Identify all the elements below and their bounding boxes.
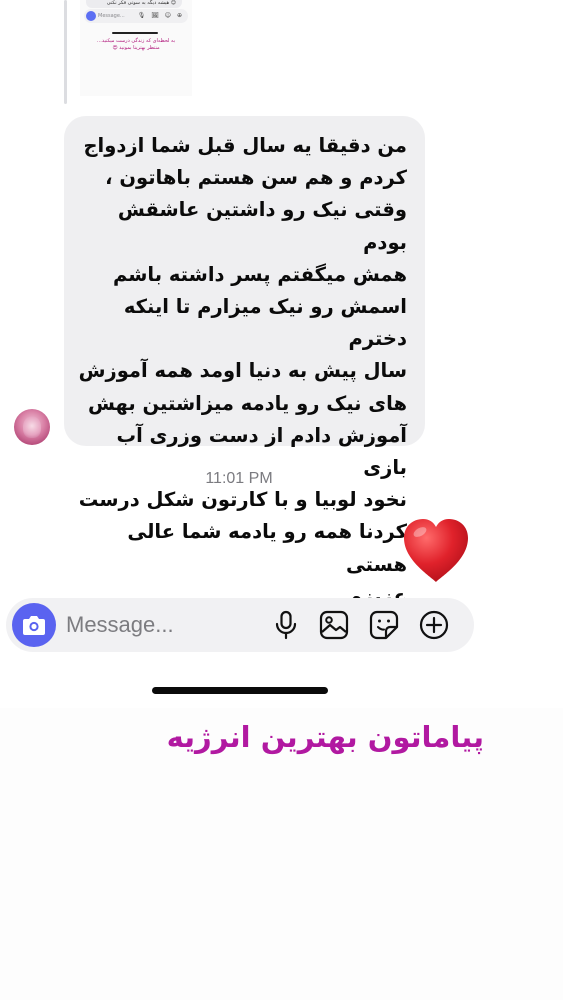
- red-heart-icon[interactable]: [400, 516, 472, 586]
- thumbnail-composer-icons: 🎙 🖼 ☺ ⊕: [137, 12, 184, 19]
- sticker-icon[interactable]: [368, 609, 400, 641]
- avatar[interactable]: [14, 409, 50, 445]
- thumbnail-home-indicator: [112, 32, 158, 34]
- camera-icon: [23, 616, 45, 635]
- reply-screenshot-thumbnail[interactable]: هیشه دیگه به سوتی فکر نکنی 😉 Message... …: [80, 0, 192, 96]
- plus-icon[interactable]: [418, 609, 450, 641]
- thumbnail-caption: به لحظه‌ای که زندگی درست میکنید… منتظر ب…: [96, 38, 176, 51]
- reply-preview[interactable]: هیشه دیگه به سوتی فکر نکنی 😉 Message... …: [64, 0, 194, 104]
- home-indicator[interactable]: [152, 687, 328, 694]
- thumbnail-composer-placeholder: Message...: [98, 13, 125, 19]
- message-timestamp: 11:01 PM: [205, 470, 273, 487]
- message-row: من دقیقا یه سال قبل شما ازدواج کردم و هم…: [0, 116, 563, 608]
- thumbnail-camera-icon: [86, 11, 96, 21]
- message-text: من دقیقا یه سال قبل شما ازدواج کردم و هم…: [78, 134, 407, 608]
- reply-indicator-line: [64, 0, 67, 104]
- message-composer: [6, 598, 474, 652]
- thumbnail-composer: Message... 🎙 🖼 ☺ ⊕: [84, 9, 188, 23]
- thumbnail-message-bubble: هیشه دیگه به سوتی فکر نکنی 😉: [86, 0, 182, 8]
- caption-text: پیاماتون بهترین انرژیه: [166, 720, 484, 754]
- avatar-photo: [23, 416, 41, 438]
- microphone-icon[interactable]: [270, 609, 302, 641]
- message-bubble[interactable]: من دقیقا یه سال قبل شما ازدواج کردم و هم…: [64, 116, 425, 608]
- message-input[interactable]: [66, 609, 262, 641]
- camera-button[interactable]: [12, 603, 56, 647]
- gallery-icon[interactable]: [318, 609, 350, 641]
